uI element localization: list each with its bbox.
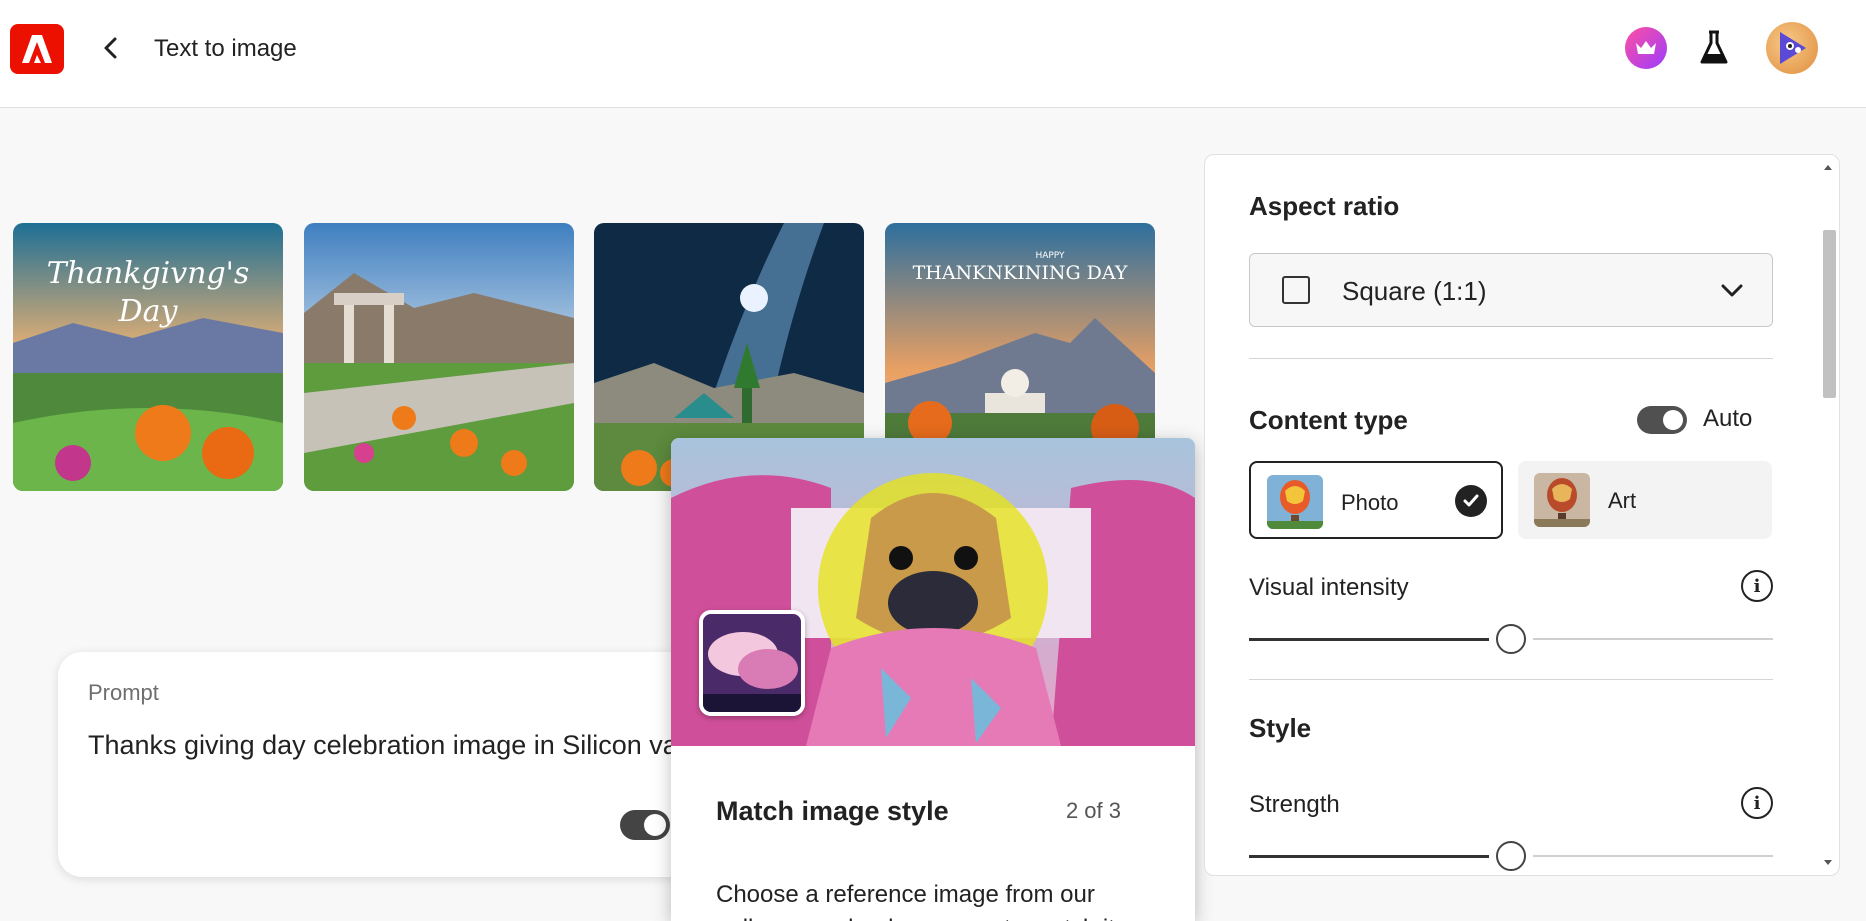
checkmark-icon [1455,485,1487,517]
settings-panel: Aspect ratio Square (1:1) Content type A… [1204,154,1840,876]
divider [1249,358,1773,359]
info-icon[interactable]: i [1741,787,1773,819]
hot-air-balloon-icon [1267,475,1323,529]
hot-air-balloon-icon [1534,473,1590,527]
popover-title: Match image style [716,796,949,826]
popover-step-count: 2 of 3 [1065,798,1121,823]
flask-icon[interactable] [1694,27,1734,69]
content-type-photo-label: Photo [1341,490,1399,515]
gallery-overlay-text: THANKNKINING DAY [913,262,1128,284]
content-type-title: Content type [1249,405,1408,435]
chevron-left-icon[interactable] [96,30,124,66]
prompt-label: Prompt [88,680,159,705]
gallery-image[interactable]: Thankgivng's Day [13,223,283,491]
page-title: Text to image [154,35,297,62]
strength-slider[interactable] [1249,841,1773,871]
prompt-toggle[interactable] [620,810,670,840]
panel-scrollbar[interactable] [1823,230,1836,398]
style-title: Style [1249,713,1312,743]
content-type-art[interactable]: Art [1518,461,1772,539]
avatar[interactable] [1766,22,1818,74]
gallery-overlay-text: Day [118,294,179,329]
visual-intensity-label: Visual intensity [1249,574,1409,601]
auto-toggle[interactable] [1637,406,1687,434]
visual-intensity-slider-handle[interactable] [1496,624,1526,654]
gallery-overlay-text: Thankgivng's [47,256,250,291]
match-image-style-popover: Match image style 2 of 3 Choose a refere… [671,438,1195,921]
gallery-image[interactable] [304,223,574,491]
app-header: Text to image [0,0,1866,108]
chevron-down-icon [1720,278,1744,302]
divider [1249,679,1773,680]
strength-slider-handle[interactable] [1496,841,1526,871]
adobe-logo-icon[interactable] [10,24,64,74]
content-type-photo[interactable]: Photo [1249,461,1503,539]
prompt-input[interactable]: Thanks giving day celebration image in S… [88,730,678,761]
aspect-ratio-dropdown[interactable]: Square (1:1) [1249,253,1773,327]
scroll-up-arrow[interactable] [1822,160,1834,172]
strength-label: Strength [1249,791,1340,818]
scroll-down-arrow[interactable] [1822,856,1834,868]
aspect-ratio-selected: Square (1:1) [1342,276,1487,306]
gallery-overlay-text: HAPPY [1035,251,1065,261]
visual-intensity-slider[interactable] [1249,624,1773,654]
info-icon[interactable]: i [1741,570,1773,602]
auto-label: Auto [1703,405,1753,432]
reference-image-thumbnail[interactable] [699,610,805,716]
popover-body: Choose a reference image from our galler… [716,881,1127,921]
aspect-ratio-title: Aspect ratio [1249,191,1400,221]
content-type-art-label: Art [1608,488,1637,513]
square-icon [1282,276,1310,304]
crown-icon[interactable] [1625,27,1667,69]
